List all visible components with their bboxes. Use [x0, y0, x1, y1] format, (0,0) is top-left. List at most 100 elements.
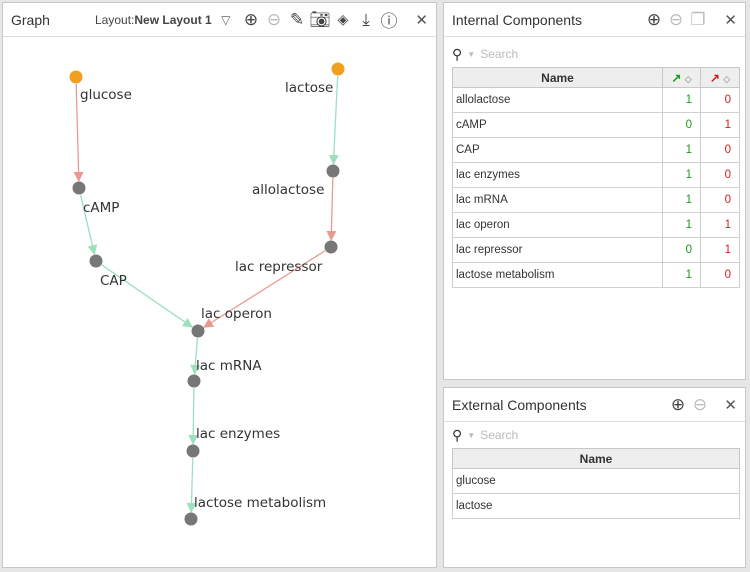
- internal-components-panel: Internal Components ⊕ ⊖ ❐ ✕ ⚲ ▼ Search Nam…: [443, 2, 746, 380]
- negative-count: 0: [700, 162, 740, 188]
- internal-header: Internal Components ⊕ ⊖ ❐ ✕: [444, 3, 745, 37]
- graph-node[interactable]: [331, 62, 345, 76]
- camera-icon[interactable]: 📷︎: [309, 10, 331, 30]
- external-header: External Components ⊕ ⊖ ✕: [444, 388, 745, 422]
- edge-positive[interactable]: [328, 75, 339, 166]
- external-title: External Components: [452, 396, 587, 413]
- component-name: lac mRNA: [452, 187, 663, 213]
- table-row[interactable]: glucose: [452, 468, 740, 494]
- negative-count: 1: [700, 212, 740, 238]
- node-label: lactose metabolism: [194, 495, 326, 511]
- node-label: allolactose: [252, 182, 324, 198]
- node-label: lac enzymes: [196, 426, 280, 442]
- col-name[interactable]: Name: [452, 448, 740, 469]
- remove-icon[interactable]: ⊖: [264, 10, 284, 30]
- edge-negative[interactable]: [326, 177, 337, 242]
- graph-node[interactable]: [326, 164, 340, 178]
- external-search[interactable]: ⚲ ▼ Search: [444, 422, 745, 448]
- graph-panel: Graph Layout:New Layout 1 ▽ ⊕ ⊖ ✎ 📷︎ ◈ ⤓…: [2, 2, 437, 568]
- remove-icon[interactable]: ⊖: [666, 10, 686, 30]
- close-icon[interactable]: ✕: [724, 396, 737, 414]
- negative-count: 0: [700, 87, 740, 113]
- component-name: lac repressor: [452, 237, 663, 263]
- graph-node[interactable]: [324, 240, 338, 254]
- internal-search[interactable]: ⚲ ▼ Search: [444, 41, 745, 67]
- add-icon[interactable]: ⊕: [241, 10, 261, 30]
- node-label: CAP: [100, 273, 127, 289]
- component-name: lactose metabolism: [452, 262, 663, 288]
- negative-count: 1: [700, 112, 740, 138]
- external-table: Name glucose lactose: [452, 448, 740, 519]
- node-label: lac repressor: [235, 259, 323, 275]
- graph-node[interactable]: [89, 254, 103, 268]
- table-row[interactable]: cAMP 0 1: [452, 112, 740, 138]
- table-row[interactable]: allolactose 1 0: [452, 87, 740, 113]
- sort-icon: ◇: [684, 73, 692, 84]
- external-components-panel: External Components ⊕ ⊖ ✕ ⚲ ▼ Search Name …: [443, 387, 746, 568]
- negative-count: 0: [700, 262, 740, 288]
- search-icon: ⚲: [452, 426, 463, 443]
- close-icon[interactable]: ✕: [415, 11, 428, 29]
- col-name[interactable]: Name: [452, 67, 663, 88]
- arrow-up-right-icon: ↗: [671, 70, 682, 85]
- table-row[interactable]: lactose: [452, 493, 740, 519]
- table-row[interactable]: lac mRNA 1 0: [452, 187, 740, 213]
- negative-count: 1: [700, 237, 740, 263]
- negative-count: 0: [700, 187, 740, 213]
- node-label: lac operon: [201, 306, 272, 322]
- col-positive[interactable]: ↗ ◇: [662, 67, 701, 88]
- col-negative[interactable]: ↗ ◇: [700, 67, 740, 88]
- layout-select[interactable]: Layout:New Layout 1 ▽: [95, 13, 230, 27]
- table-row[interactable]: lac operon 1 1: [452, 212, 740, 238]
- layout-value: New Layout 1: [134, 12, 212, 27]
- positive-count: 1: [662, 262, 701, 288]
- graph-node[interactable]: [191, 324, 205, 338]
- add-icon[interactable]: ⊕: [668, 395, 688, 415]
- table-row[interactable]: lactose metabolism 1 0: [452, 262, 740, 288]
- positive-count: 1: [662, 87, 701, 113]
- graph-node[interactable]: [69, 70, 83, 84]
- positive-count: 0: [662, 237, 701, 263]
- info-icon[interactable]: ⓘ: [379, 10, 399, 31]
- chevron-down-icon: ▽: [221, 12, 231, 27]
- node-label: glucose: [80, 87, 132, 103]
- search-input[interactable]: Search: [480, 47, 518, 61]
- layout-label: Layout:: [95, 12, 135, 27]
- graph-node[interactable]: [72, 181, 86, 195]
- filter-icon: ▼: [467, 49, 476, 59]
- table-row[interactable]: lac repressor 0 1: [452, 237, 740, 263]
- close-icon[interactable]: ✕: [724, 11, 737, 29]
- positive-count: 0: [662, 112, 701, 138]
- download-icon[interactable]: ⤓: [356, 10, 376, 30]
- remove-icon[interactable]: ⊖: [690, 395, 710, 415]
- graph-node[interactable]: [187, 374, 201, 388]
- sort-icon: ◇: [723, 73, 731, 84]
- internal-title: Internal Components: [452, 11, 582, 28]
- edge-positive[interactable]: [188, 387, 199, 446]
- internal-table: Name ↗ ◇ ↗ ◇ allolactose 1 0 cAMP 0 1 CAP 1 0 lac…: [452, 67, 740, 288]
- positive-count: 1: [662, 212, 701, 238]
- component-name: lac operon: [452, 212, 663, 238]
- node-label: lac mRNA: [196, 358, 262, 374]
- component-name: lac enzymes: [452, 162, 663, 188]
- table-row[interactable]: lac enzymes 1 0: [452, 162, 740, 188]
- component-name: cAMP: [452, 112, 663, 138]
- positive-count: 1: [662, 162, 701, 188]
- copy-icon[interactable]: ❐: [688, 10, 708, 30]
- node-label: cAMP: [83, 200, 119, 216]
- graph-title: Graph: [11, 11, 50, 28]
- graph-node[interactable]: [186, 444, 200, 458]
- graph-node[interactable]: [184, 512, 198, 526]
- edit-icon[interactable]: ✎: [287, 10, 307, 30]
- add-icon[interactable]: ⊕: [644, 10, 664, 30]
- search-input[interactable]: Search: [480, 428, 518, 442]
- negative-count: 0: [700, 137, 740, 163]
- edge-positive[interactable]: [186, 457, 197, 514]
- hide-icon[interactable]: ◈: [333, 10, 353, 30]
- edge-negative[interactable]: [73, 83, 84, 183]
- arrow-up-right-icon: ↗: [709, 70, 720, 85]
- positive-count: 1: [662, 187, 701, 213]
- graph-canvas[interactable]: glucose lactose cAMP allolactose CAP lac repr…: [3, 37, 436, 567]
- component-name: CAP: [452, 137, 663, 163]
- table-row[interactable]: CAP 1 0: [452, 137, 740, 163]
